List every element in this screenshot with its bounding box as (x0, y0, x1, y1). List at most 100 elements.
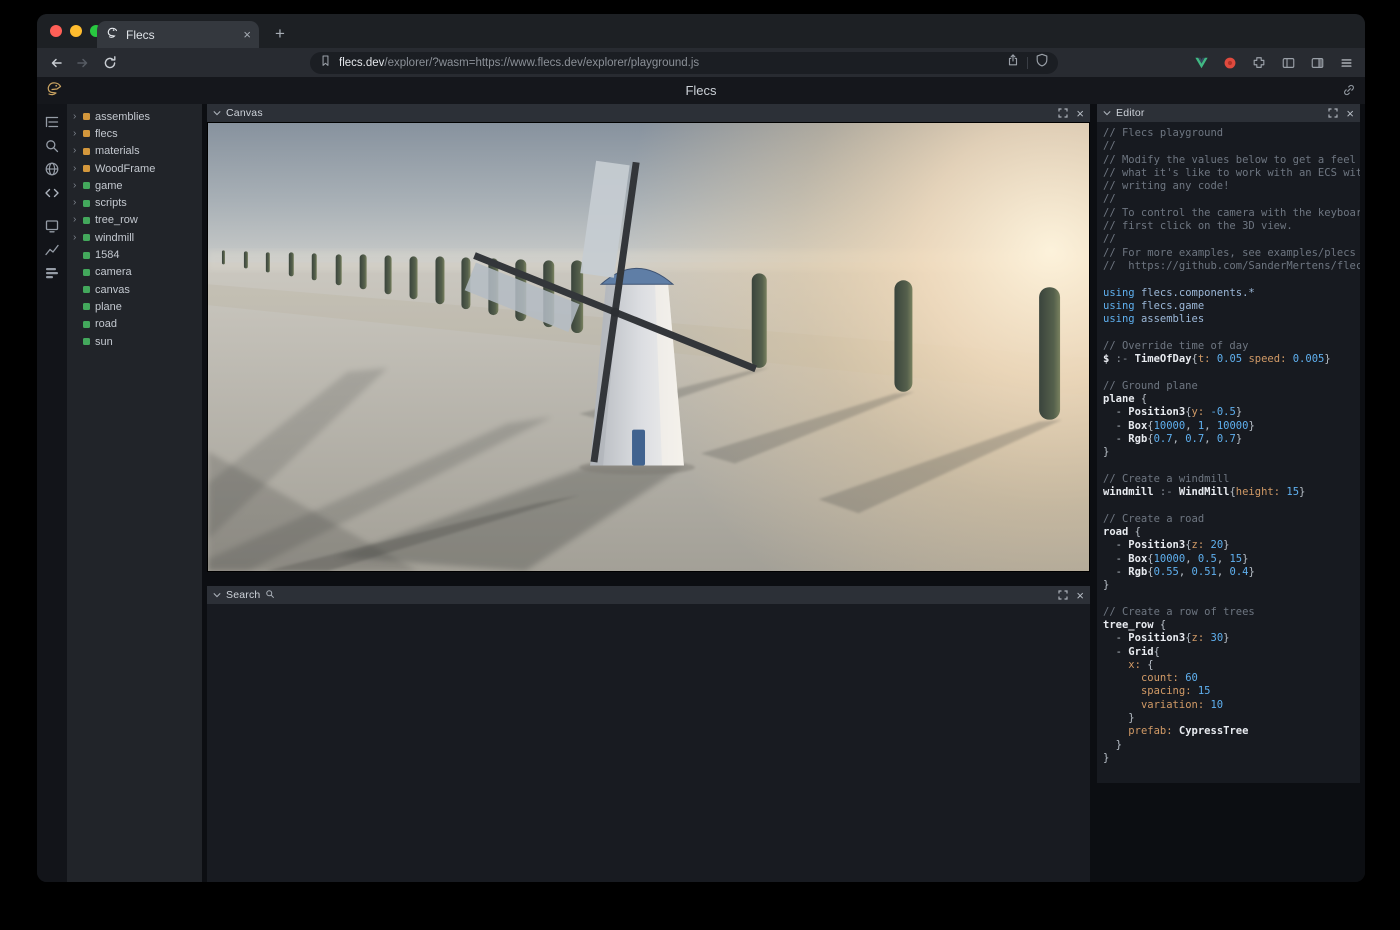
search-panel-body (207, 604, 1090, 882)
tree-item-camera[interactable]: camera (67, 264, 202, 281)
panel-gap (207, 572, 1090, 586)
tree-item-assemblies[interactable]: ›assemblies (67, 108, 202, 125)
canvas-panel-header: Canvas × (207, 104, 1090, 122)
entity-square-icon (83, 182, 90, 189)
tree-item-materials[interactable]: › materials (67, 143, 202, 160)
code-line: spacing: 15 (1103, 685, 1358, 698)
code-line: - Position3{y: -0.5} (1103, 406, 1358, 419)
tab-favicon-flecs-icon (105, 26, 119, 43)
code-line: // To control the camera with the keyboa… (1103, 207, 1358, 220)
expand-chevron-icon[interactable]: › (73, 129, 82, 139)
url-divider (1027, 57, 1028, 69)
module-square-icon (83, 165, 90, 172)
code-line: $ :- TimeOfDay{t: 0.05 speed: 0.005} (1103, 353, 1358, 366)
expand-chevron-icon[interactable]: › (73, 215, 82, 225)
outliner-icon[interactable] (41, 111, 63, 133)
tree-item-1584[interactable]: 1584 (67, 246, 202, 263)
tree-item-road[interactable]: road (67, 316, 202, 333)
code-line: } (1103, 712, 1358, 725)
code-line: plane { (1103, 393, 1358, 406)
bookmark-icon[interactable] (319, 54, 332, 72)
menu-icon[interactable] (1338, 55, 1354, 71)
editor-code[interactable]: // Flecs playground//// Modify the value… (1097, 122, 1360, 783)
tree-item-flecs[interactable]: ›flecs (67, 125, 202, 142)
tab-title: Flecs (126, 28, 155, 42)
window-controls (50, 25, 102, 37)
close-window-button[interactable] (50, 25, 62, 37)
minimize-window-button[interactable] (70, 25, 82, 37)
close-icon[interactable]: × (1076, 589, 1084, 602)
tree-item-tree_row[interactable]: ›tree_row (67, 212, 202, 229)
entity-square-icon (83, 321, 90, 328)
canvas-3d-view[interactable] (207, 122, 1090, 572)
expand-chevron-icon[interactable]: › (73, 181, 82, 191)
search-panel-header: Search × (207, 586, 1090, 604)
code-line: using assemblies (1103, 313, 1358, 326)
expand-chevron-icon[interactable]: › (73, 112, 82, 122)
code-line (1103, 366, 1358, 379)
code-line: // Create a road (1103, 513, 1358, 526)
entity-square-icon (83, 252, 90, 259)
code-line (1103, 326, 1358, 339)
tree-item-sun[interactable]: sun (67, 333, 202, 350)
module-square-icon (83, 148, 90, 155)
tree-item-label: canvas (95, 284, 130, 296)
code-icon[interactable] (41, 182, 63, 204)
expand-chevron-icon[interactable]: › (73, 198, 82, 208)
code-line: x: { (1103, 659, 1358, 672)
extensions-puzzle-icon[interactable] (1251, 55, 1267, 71)
code-line: // writing any code! (1103, 180, 1358, 193)
reading-list-panel-icon[interactable] (1309, 55, 1325, 71)
code-line: - Box{10000, 1, 10000} (1103, 420, 1358, 433)
tree-item-canvas[interactable]: canvas (67, 281, 202, 298)
tree-item-label: materials (95, 145, 140, 157)
code-line: // For more examples, see examples/plecs… (1103, 247, 1358, 260)
expand-chevron-icon[interactable]: › (73, 164, 82, 174)
collapse-chevron-icon[interactable] (213, 110, 221, 116)
shield-icon[interactable] (1035, 53, 1049, 72)
share-link-icon[interactable] (1342, 83, 1356, 102)
code-line: using flecs.game (1103, 300, 1358, 313)
code-line: // (1103, 193, 1358, 206)
tree-item-plane[interactable]: plane (67, 298, 202, 315)
fullscreen-icon[interactable] (1058, 590, 1068, 600)
collapse-chevron-icon[interactable] (1103, 110, 1111, 116)
world-icon[interactable] (41, 158, 63, 180)
fullscreen-icon[interactable] (1058, 108, 1068, 118)
collapse-chevron-icon[interactable] (213, 592, 221, 598)
fullscreen-icon[interactable] (1328, 108, 1338, 118)
canvas-frame-icon[interactable] (41, 215, 63, 237)
search-icon[interactable] (41, 135, 63, 157)
editor-panel-header: Editor × (1097, 104, 1360, 122)
tree-item-game[interactable]: ›game (67, 177, 202, 194)
extension-vue-icon[interactable] (1193, 55, 1209, 71)
tree-item-windmill[interactable]: ›windmill (67, 229, 202, 246)
sidebar-toggle-icon[interactable] (1280, 55, 1296, 71)
code-line (1103, 459, 1358, 472)
close-icon[interactable]: × (1346, 107, 1354, 120)
back-icon[interactable] (47, 54, 65, 72)
tab-close-icon[interactable]: × (243, 28, 251, 41)
expand-chevron-icon[interactable]: › (73, 233, 82, 243)
share-icon[interactable] (1006, 53, 1020, 72)
forward-icon[interactable] (74, 54, 92, 72)
3d-scene (208, 123, 1089, 571)
reload-icon[interactable] (101, 54, 119, 72)
code-line: } (1103, 739, 1358, 752)
tree-item-WoodFrame[interactable]: ›WoodFrame (67, 160, 202, 177)
tree-item-scripts[interactable]: ›scripts (67, 194, 202, 211)
url-bar[interactable]: flecs.dev/explorer/?wasm=https://www.fle… (310, 52, 1058, 74)
expand-chevron-icon[interactable]: › (73, 146, 82, 156)
chart-icon[interactable] (41, 239, 63, 261)
browser-tab-flecs[interactable]: Flecs × (97, 21, 259, 48)
stats-icon[interactable] (41, 262, 63, 284)
code-line: tree_row { (1103, 619, 1358, 632)
close-icon[interactable]: × (1076, 107, 1084, 120)
entity-square-icon (83, 200, 90, 207)
code-line: } (1103, 579, 1358, 592)
search-panel-title: Search (226, 589, 260, 601)
code-line: - Rgb{0.7, 0.7, 0.7} (1103, 433, 1358, 446)
entity-square-icon (83, 303, 90, 310)
extension-red-icon[interactable] (1222, 55, 1238, 71)
new-tab-button[interactable]: + (269, 23, 291, 45)
